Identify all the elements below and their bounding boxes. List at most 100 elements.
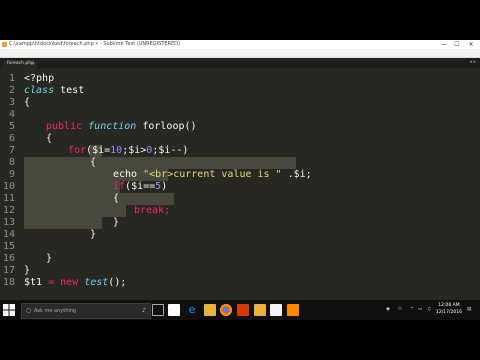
xampp-icon[interactable] <box>287 304 299 316</box>
file-explorer-icon[interactable] <box>204 304 216 316</box>
line-number: 10 <box>2 181 15 192</box>
code-line: { <box>90 157 96 169</box>
line-number: 15 <box>2 241 15 252</box>
php-open-tag: <?php <box>24 73 55 84</box>
code-line: { <box>46 133 52 145</box>
close-button[interactable]: ✕ <box>465 40 477 49</box>
code-editor[interactable]: 1 2 3 4 5 6 7 8 9 10 11 12 13 14 15 16 1… <box>0 68 480 305</box>
chrome-icon[interactable] <box>220 304 232 316</box>
code-brace: { <box>46 133 53 144</box>
app-icon[interactable] <box>237 304 249 316</box>
line-number: 9 <box>8 169 15 180</box>
line-number: 12 <box>2 205 15 216</box>
code-line: class test <box>24 85 84 97</box>
code-line: public function forloop() <box>46 121 197 133</box>
sublime-app-icon <box>2 42 7 47</box>
code-keyword: class <box>24 85 55 96</box>
code-brace: { <box>90 157 97 168</box>
code-brace: { <box>113 193 120 204</box>
line-number: 13 <box>2 217 15 228</box>
code-text: ($i= <box>86 145 111 156</box>
code-brace: } <box>24 265 31 276</box>
folder-icon[interactable] <box>254 304 266 316</box>
code-line: } <box>46 253 52 265</box>
line-number: 8 <box>8 157 15 168</box>
edge-browser-icon[interactable]: e <box>186 304 198 316</box>
code-brace: } <box>90 229 97 240</box>
selection-highlight <box>24 157 296 169</box>
battery-icon[interactable]: ▭ <box>418 300 422 320</box>
code-text: ($i== <box>125 181 156 192</box>
code-keyword: function <box>88 121 137 132</box>
chevron-up-icon[interactable]: ^ <box>410 300 414 320</box>
line-number: 6 <box>8 133 15 144</box>
code-text: ;$i--) <box>152 145 189 156</box>
tab-close-icon[interactable]: × <box>32 60 35 68</box>
code-text: echo <box>113 169 144 180</box>
code-keyword: for <box>68 145 87 156</box>
code-number: 10 <box>110 145 123 156</box>
line-number: 1 <box>8 73 15 84</box>
code-text: .$i; <box>281 169 312 180</box>
code-line: if($i==5) <box>113 181 167 193</box>
minimize-button[interactable]: — <box>438 40 450 49</box>
windows-taskbar: ○ Ask me anything ♪ e ◉ ⚇ ^ ▭ ♫ 12:08 AM… <box>0 300 480 320</box>
line-number: 2 <box>8 85 15 96</box>
code-line: echo "<br>current value is " .$i; <box>113 169 312 181</box>
code-line: { <box>24 97 30 109</box>
tab-bar: foreach.php × ◂ ▸ <box>0 58 480 68</box>
store-icon[interactable] <box>168 304 180 316</box>
sublime-taskbar-icon[interactable] <box>270 304 282 316</box>
code-brace: { <box>24 97 31 108</box>
network-icon[interactable]: ◉ <box>386 300 390 320</box>
tab-nav-arrows-icon[interactable]: ◂ ▸ <box>469 59 476 65</box>
line-number: 11 <box>2 193 15 204</box>
line-number: 14 <box>2 229 15 240</box>
volume-icon[interactable]: ♫ <box>427 300 431 320</box>
code-class-name: test <box>54 85 85 96</box>
selection-highlight <box>24 193 174 205</box>
line-number: 3 <box>8 97 15 108</box>
selection-highlight <box>24 181 120 193</box>
cortana-search-box[interactable]: ○ Ask me anything ♪ <box>21 303 151 319</box>
line-number: 16 <box>2 253 15 264</box>
code-keyword: new <box>60 277 79 288</box>
people-icon[interactable]: ⚇ <box>398 300 402 320</box>
search-icon: ○ <box>26 307 32 314</box>
code-line: } <box>113 217 119 229</box>
tab-foreach-php[interactable]: foreach.php × <box>3 60 37 68</box>
clock-date: 12/17/2016 <box>436 310 462 315</box>
code-class-name: test <box>78 277 109 288</box>
code-brace: } <box>113 217 120 228</box>
window-title: C:\xampp\htdocs\ked\foreach.php • - Subl… <box>9 41 180 47</box>
line-number: 4 <box>8 109 15 120</box>
code-keyword: break; <box>134 205 171 216</box>
code-text: ) <box>161 181 168 192</box>
search-placeholder: Ask me anything <box>34 308 77 314</box>
code-operator: = <box>42 277 61 288</box>
task-view-icon[interactable] <box>152 304 164 316</box>
code-line: <?php <box>24 73 54 85</box>
selection-highlight <box>24 217 102 229</box>
code-line: for($i=10;$i>0;$i--) <box>68 145 188 157</box>
code-line: break; <box>134 205 170 217</box>
microphone-icon[interactable]: ♪ <box>142 304 146 318</box>
code-area[interactable]: <?php class test { public function forlo… <box>24 68 480 305</box>
code-variable: $t1 <box>24 277 43 288</box>
notification-icon[interactable]: ▤ <box>467 300 471 320</box>
code-string: "<br>current value is " <box>143 169 282 180</box>
maximize-button[interactable]: ☐ <box>451 40 463 49</box>
sublime-window: C:\xampp\htdocs\ked\foreach.php • - Subl… <box>0 40 480 320</box>
line-number: 17 <box>2 265 15 276</box>
windows-start-icon[interactable] <box>3 304 15 316</box>
system-clock[interactable]: 12:08 AM 12/17/2016 <box>436 302 462 316</box>
code-brace: } <box>46 253 53 264</box>
clock-time: 12:08 AM <box>438 303 460 308</box>
tab-label: foreach.php <box>7 61 34 66</box>
code-line: { <box>113 193 119 205</box>
code-line: } <box>24 265 30 277</box>
line-number: 7 <box>8 145 15 156</box>
line-number: 5 <box>8 121 15 132</box>
title-bar: C:\xampp\htdocs\ked\foreach.php • - Subl… <box>0 40 480 49</box>
line-number: 18 <box>2 277 15 288</box>
